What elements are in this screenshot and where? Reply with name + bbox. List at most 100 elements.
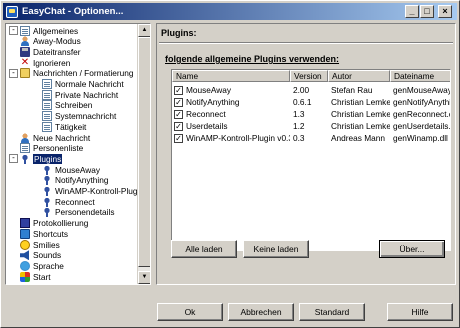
tree-item[interactable]: - Nachrichten / Formatierung <box>9 68 134 79</box>
tree-item[interactable]: Personenliste <box>20 143 83 154</box>
plugin-row[interactable]: ✓MouseAway 2.00 Stefan Rau genMouseAway.dll <box>172 84 451 96</box>
tree-expander[interactable]: - <box>9 154 18 164</box>
window-title: EasyChat - Optionen... <box>22 6 124 17</box>
tree-item-label: Away-Modus <box>33 36 81 47</box>
tree-item[interactable]: - Allgemeines <box>9 25 78 36</box>
tree-item-label: Reconnect <box>55 196 95 207</box>
group-title: folgende allgemeine Plugins verwenden: <box>165 54 340 64</box>
tree-item[interactable]: MouseAway <box>42 164 100 175</box>
tree-item[interactable]: Start <box>20 271 51 282</box>
page-icon <box>42 79 52 89</box>
tree-item[interactable]: Sprache <box>20 260 64 271</box>
tree-item-label: Smilies <box>33 239 60 250</box>
plugin-version: 1.2 <box>293 121 305 131</box>
tree-item[interactable]: Private Nachricht <box>42 89 118 100</box>
page-icon <box>42 121 52 132</box>
plugin-author: Stefan Rau <box>331 85 373 95</box>
page-icon <box>20 143 30 154</box>
tree-item-label: Sounds <box>33 250 62 261</box>
tree-expander[interactable]: - <box>9 26 18 35</box>
tree-item[interactable]: Sounds <box>20 250 61 261</box>
plugin-row[interactable]: ✓ Reconnect 1.3 Christian Lemke genReconnect… <box>172 108 451 120</box>
col-version[interactable]: Version <box>290 70 328 82</box>
plug-icon <box>42 164 52 175</box>
shortcut-icon <box>20 228 30 239</box>
ok-button[interactable]: Ok <box>157 303 223 321</box>
tree-item[interactable]: Systemnachricht <box>42 111 116 122</box>
person-icon <box>20 36 30 47</box>
tree-item-label: Sprache <box>33 260 64 271</box>
tree-item-label: Plugins <box>31 152 64 165</box>
plugin-checkbox[interactable]: ✓ <box>174 85 183 95</box>
plug-icon <box>20 153 30 164</box>
maximize-button[interactable]: □ <box>420 5 434 18</box>
tree-expander[interactable]: - <box>9 68 18 78</box>
panel-title: Plugins: <box>161 28 197 38</box>
x-icon: ✕ <box>20 56 30 68</box>
plugin-checkbox[interactable]: ✓ <box>174 133 183 143</box>
scroll-thumb[interactable] <box>138 37 150 267</box>
col-name[interactable]: Name <box>172 70 290 82</box>
title-bar[interactable]: EasyChat - Optionen... _ □ × <box>3 3 457 20</box>
about-button[interactable]: Über... <box>379 240 445 258</box>
help-button[interactable]: Hilfe <box>387 303 453 321</box>
cancel-button[interactable]: Abbrechen <box>228 303 294 321</box>
tree-item[interactable]: Normale Nachricht <box>42 79 124 90</box>
plugin-checkbox[interactable]: ✓ <box>174 109 183 119</box>
tree-item[interactable]: Tätigkeit <box>42 121 86 132</box>
plugin-version: 2.00 <box>293 85 310 95</box>
load-all-button[interactable]: Alle laden <box>171 240 237 258</box>
tree-item-label: Protokollierung <box>33 218 89 229</box>
plugin-row[interactable]: ✓ NotifyAnything 0.6.1 Christian Lemke genNo… <box>172 96 450 108</box>
plugins-panel: Plugins: folgende allgemeine Plugins ver… <box>156 23 456 285</box>
tree-item[interactable]: - Plugins <box>9 152 64 165</box>
tree-item[interactable]: Smilies <box>20 239 60 250</box>
page-icon <box>20 25 30 36</box>
plugin-version: 0.3 <box>293 133 305 143</box>
tree-item-label: Shortcuts <box>33 228 69 239</box>
tree-item-label: Personenliste <box>33 143 84 154</box>
tree-item[interactable]: Personendetails <box>42 207 115 218</box>
sound-icon <box>20 250 29 261</box>
plugin-row[interactable]: ✓ Userdetails 1.2 Christian Lemke genUserdet… <box>172 120 450 132</box>
minimize-button[interactable]: _ <box>405 5 419 18</box>
plugin-file: genMouseAway.dll <box>393 85 451 95</box>
tree-item[interactable]: ✕ Ignorieren <box>20 56 71 68</box>
tree-item[interactable]: Dateitransfer <box>20 46 81 57</box>
scroll-up-button[interactable]: ▲ <box>138 24 150 37</box>
col-author[interactable]: Autor <box>328 70 390 82</box>
scroll-down-button[interactable]: ▼ <box>138 271 150 284</box>
page-icon <box>42 100 52 111</box>
globe-icon <box>20 260 30 271</box>
tree-item[interactable]: Shortcuts <box>20 228 68 239</box>
page-icon <box>42 111 52 122</box>
tree-item[interactable]: Protokollierung <box>20 218 88 229</box>
disk-icon <box>20 46 30 57</box>
plugin-list[interactable]: Name Version Autor Dateiname ✓ MouseAway 2… <box>171 69 451 251</box>
plugin-checkbox[interactable]: ✓ <box>174 97 183 107</box>
options-tree[interactable]: - Allgemeines Away-Modus Dateitransfer ✕ Igno… <box>5 23 151 285</box>
standard-button[interactable]: Standard <box>299 303 365 321</box>
page-icon <box>42 89 52 100</box>
tree-item[interactable]: Schreiben <box>42 100 92 111</box>
plugin-file: genReconnect.dll <box>393 109 451 119</box>
tree-item[interactable]: Reconnect <box>42 196 95 207</box>
tree-item-label: Personendetails <box>55 207 115 218</box>
tree-item-label: WinAMP-Kontroll-Plugin <box>55 186 144 196</box>
plug-icon <box>42 175 52 186</box>
plugin-checkbox[interactable]: ✓ <box>174 121 183 131</box>
tree-item[interactable]: Neue Nachricht <box>20 132 90 143</box>
plugin-name: MouseAway <box>186 85 232 95</box>
tree-item-label: Normale Nachricht <box>55 79 124 89</box>
plugin-row[interactable]: ✓ WinAMP-Kontroll-Plugin v0.3 0.3 Andreas M… <box>172 132 450 144</box>
tree-item[interactable]: Away-Modus <box>20 36 81 47</box>
tree-item[interactable]: NotifyAnything <box>42 175 109 186</box>
plug-icon <box>42 207 52 218</box>
col-file[interactable]: Dateiname <box>390 70 450 82</box>
plugin-author: Christian Lemke <box>331 121 390 131</box>
tree-item[interactable]: WinAMP-Kontroll-Plugin <box>42 186 144 197</box>
load-none-button[interactable]: Keine laden <box>243 240 309 258</box>
tree-scrollbar[interactable]: ▲ ▼ <box>137 24 150 284</box>
close-button[interactable]: × <box>438 5 452 18</box>
tree-content: - Allgemeines Away-Modus Dateitransfer ✕ Igno… <box>6 24 144 284</box>
